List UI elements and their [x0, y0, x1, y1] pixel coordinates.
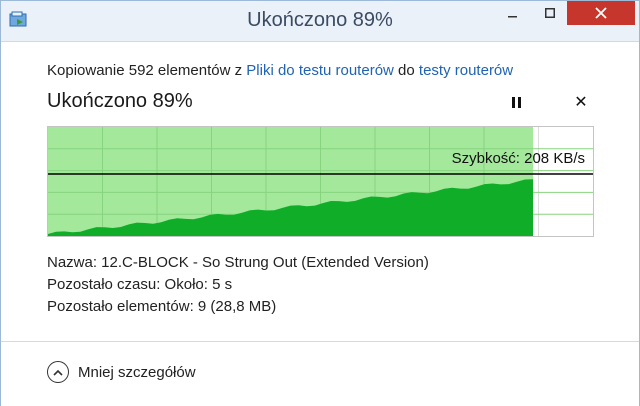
details-panel: Nazwa: 12.C-BLOCK - So Strung Out (Exten… [47, 252, 429, 318]
items-remaining: Pozostało elementów: 9 (28,8 MB) [47, 298, 277, 315]
pause-button[interactable] [506, 94, 526, 114]
copy-dialog: Ukończono 89% Kopiowanie 592 elementów z… [0, 0, 640, 406]
speed-graph-svg [48, 127, 593, 236]
copy-summary-prefix: Kopiowanie 592 elementów z [47, 62, 247, 79]
dialog-footer: Mniej szczegółów [1, 341, 639, 406]
minimize-button[interactable] [491, 1, 535, 25]
close-window-button[interactable] [567, 1, 635, 25]
file-name: Nazwa: 12.C-BLOCK - So Strung Out (Exten… [47, 254, 429, 271]
time-remaining: Pozostało czasu: Około: 5 s [47, 276, 233, 293]
speed-label: Szybkość: 208 KB/s [451, 150, 585, 167]
fewer-details-label: Mniej szczegółów [78, 363, 196, 381]
destination-folder-link[interactable]: testy routerów [419, 62, 513, 79]
close-icon: ✕ [574, 94, 588, 111]
close-icon [595, 7, 607, 19]
chevron-up-icon [47, 361, 69, 383]
maximize-button[interactable] [535, 1, 565, 25]
fewer-details-toggle[interactable]: Mniej szczegółów [47, 361, 196, 383]
title-bar[interactable]: Ukończono 89% [1, 1, 639, 42]
copy-summary: Kopiowanie 592 elementów z Pliki do test… [47, 62, 513, 79]
minimize-icon [508, 16, 517, 18]
copy-summary-middle: do [393, 62, 419, 79]
dialog-body: Kopiowanie 592 elementów z Pliki do test… [1, 42, 639, 406]
source-folder-link[interactable]: Pliki do testu routerów [246, 62, 394, 79]
transfer-speed-graph: Szybkość: 208 KB/s [47, 126, 594, 237]
progress-heading: Ukończono 89% [47, 90, 193, 112]
cancel-copy-button[interactable]: ✕ [571, 93, 591, 113]
maximize-icon [545, 8, 555, 18]
pause-icon [510, 95, 522, 113]
